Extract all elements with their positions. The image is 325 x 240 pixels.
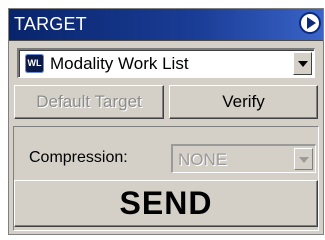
default-target-button[interactable]: Default Target [14,85,164,119]
compression-label: Compression: [29,149,128,166]
chevron-down-icon[interactable] [293,52,312,75]
target-select-value: Modality Work List [50,54,189,73]
panel-titlebar: TARGET [9,9,323,41]
send-button[interactable]: SEND [14,180,318,227]
target-select[interactable]: WL Modality Work List [17,48,315,78]
compression-chevron-down-icon[interactable] [294,148,313,170]
compression-select-value: NONE [178,150,228,169]
compression-select[interactable]: NONE [171,144,316,173]
verify-button[interactable]: Verify [169,85,318,119]
panel-title: TARGET [14,14,87,34]
collapse-arrow-icon[interactable] [299,12,321,34]
target-panel: TARGET WL Modality Work List Default Tar… [8,8,324,235]
worklist-icon: WL [25,54,44,73]
